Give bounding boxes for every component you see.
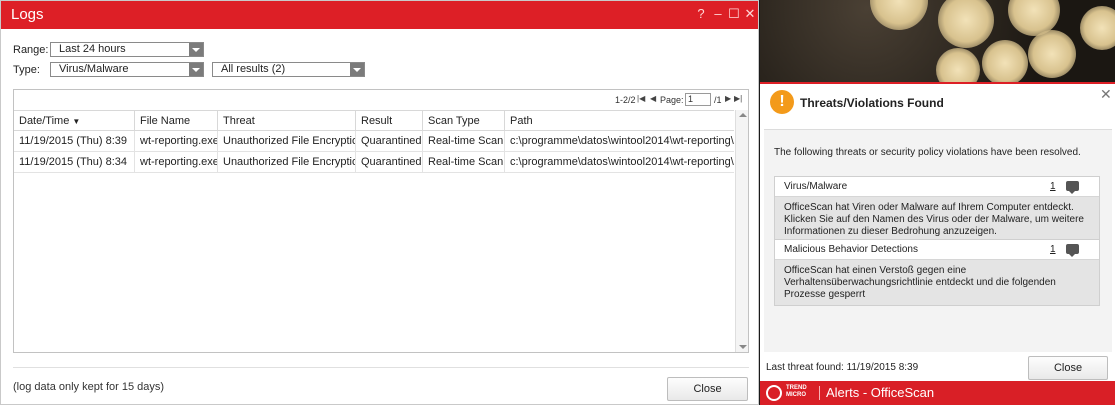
wallpaper-light bbox=[1080, 6, 1115, 50]
wallpaper-light bbox=[1028, 30, 1076, 78]
pager-total: /1 bbox=[714, 95, 722, 105]
category-count-link[interactable]: 1 bbox=[1050, 244, 1056, 255]
close-icon[interactable]: ✕ bbox=[743, 7, 757, 21]
cell-threat: Unauthorized File Encryption bbox=[217, 131, 355, 151]
prev-page-icon[interactable]: ◀ bbox=[650, 94, 656, 103]
footer-label: Alerts - OfficeScan bbox=[826, 385, 935, 400]
category-header[interactable]: Malicious Behavior Detections 1 bbox=[775, 240, 1099, 260]
table-header: Date/Time ▼ File Name Threat Result Scan… bbox=[14, 110, 734, 131]
category-name: Malicious Behavior Detections bbox=[784, 244, 918, 255]
category-name: Virus/Malware bbox=[784, 181, 848, 192]
last-threat-found: Last threat found: 11/19/2015 8:39 bbox=[766, 362, 919, 373]
vertical-scrollbar[interactable] bbox=[735, 110, 748, 352]
divider bbox=[13, 367, 749, 368]
close-button[interactable]: Close bbox=[667, 377, 748, 401]
popup-title: Threats/Violations Found bbox=[800, 96, 944, 110]
range-label: Range: bbox=[13, 44, 49, 56]
close-button[interactable]: Close bbox=[1028, 356, 1108, 380]
first-page-icon[interactable]: |◀ bbox=[637, 94, 645, 103]
category-count-link[interactable]: 1 bbox=[1050, 181, 1056, 192]
category-description: OfficeScan hat Viren oder Malware auf Ih… bbox=[784, 202, 1084, 237]
cell-datetime: 11/19/2015 (Thu) 8:34 bbox=[19, 156, 128, 168]
scroll-up-icon[interactable] bbox=[739, 113, 747, 117]
type-label: Type: bbox=[13, 64, 40, 76]
cell-result: Quarantined bbox=[355, 152, 422, 172]
column-header-datetime[interactable]: Date/Time ▼ bbox=[14, 111, 134, 131]
dropdown-arrow-icon[interactable] bbox=[189, 63, 203, 76]
next-page-icon[interactable]: ▶ bbox=[725, 94, 731, 103]
logs-titlebar[interactable]: Logs ? – ☐ ✕ bbox=[1, 1, 758, 29]
pager-range: 1-2/2 bbox=[615, 95, 636, 105]
cell-scantype: Real-time Scan bbox=[422, 152, 504, 172]
cell-filename: wt-reporting.exe bbox=[134, 152, 217, 172]
category-header[interactable]: Virus/Malware 1 bbox=[775, 177, 1099, 197]
dropdown-arrow-icon[interactable] bbox=[350, 63, 364, 76]
column-header-label: File Name bbox=[140, 115, 191, 127]
column-header-scantype[interactable]: Scan Type bbox=[422, 111, 504, 131]
cell-scantype: Real-time Scan bbox=[422, 131, 504, 151]
pager: 1-2/2 |◀ ◀ Page: 1 /1 ▶ ▶| bbox=[14, 90, 748, 110]
column-header-label: Path bbox=[510, 115, 533, 127]
category-malicious-behavior: Malicious Behavior Detections 1 OfficeSc… bbox=[774, 239, 1100, 306]
cell-path: c:\programme\datos\wintool2014\wt-report… bbox=[504, 152, 734, 172]
popup-footer: TREND MICRO Alerts - OfficeScan bbox=[760, 381, 1115, 405]
column-header-label: Scan Type bbox=[428, 115, 480, 127]
range-select-value: Last 24 hours bbox=[59, 43, 126, 55]
logs-window: Logs ? – ☐ ✕ Range: Last 24 hours Type: … bbox=[0, 0, 759, 405]
cell-datetime: 11/19/2015 (Thu) 8:39 bbox=[19, 135, 128, 147]
trend-micro-logo bbox=[766, 385, 782, 401]
column-header-path[interactable]: Path bbox=[504, 111, 734, 131]
column-header-label: Threat bbox=[223, 115, 255, 127]
maximize-icon[interactable]: ☐ bbox=[727, 7, 741, 21]
popup-intro-text: The following threats or security policy… bbox=[774, 147, 1081, 158]
column-header-threat[interactable]: Threat bbox=[217, 111, 355, 131]
cell-path: c:\programme\datos\wintool2014\wt-report… bbox=[504, 131, 734, 151]
wallpaper-light bbox=[982, 40, 1028, 82]
help-icon[interactable]: ? bbox=[694, 7, 708, 21]
column-header-filename[interactable]: File Name bbox=[134, 111, 217, 131]
minimize-icon[interactable]: – bbox=[711, 7, 725, 21]
pager-page-label: Page: bbox=[660, 95, 684, 105]
comment-icon[interactable] bbox=[1066, 181, 1079, 194]
page-number-input[interactable]: 1 bbox=[685, 93, 711, 106]
column-header-label: Date/Time bbox=[19, 115, 70, 127]
column-header-label: Result bbox=[361, 115, 393, 127]
category-description: OfficeScan hat einen Verstoß gegen eine … bbox=[784, 265, 1056, 300]
type-select[interactable]: Virus/Malware bbox=[50, 62, 204, 77]
cell-threat: Unauthorized File Encryption bbox=[217, 152, 355, 172]
last-page-icon[interactable]: ▶| bbox=[734, 94, 742, 103]
brand-name: TREND MICRO bbox=[786, 385, 807, 398]
wallpaper-light bbox=[936, 48, 980, 82]
close-icon[interactable]: ✕ bbox=[1100, 86, 1112, 103]
table-row[interactable]: 11/19/2015 (Thu) 8:34 wt-reporting.exe U… bbox=[14, 152, 734, 173]
wallpaper-light bbox=[938, 0, 994, 48]
warning-icon: ! bbox=[770, 90, 794, 114]
column-header-result[interactable]: Result bbox=[355, 111, 422, 131]
scroll-down-icon[interactable] bbox=[739, 345, 747, 349]
divider bbox=[819, 386, 820, 400]
comment-icon[interactable] bbox=[1066, 244, 1079, 257]
category-virus-malware: Virus/Malware 1 OfficeScan hat Viren ode… bbox=[774, 176, 1100, 243]
cell-filename: wt-reporting.exe bbox=[134, 131, 217, 151]
table-row[interactable]: 11/19/2015 (Thu) 8:39 wt-reporting.exe U… bbox=[14, 131, 734, 152]
cell-result: Quarantined bbox=[355, 131, 422, 151]
dropdown-arrow-icon[interactable] bbox=[189, 43, 203, 56]
sort-desc-icon[interactable]: ▼ bbox=[72, 117, 80, 126]
log-retention-note: (log data only kept for 15 days) bbox=[13, 381, 165, 393]
type-select-value: Virus/Malware bbox=[59, 63, 129, 75]
results-select-value: All results (2) bbox=[221, 63, 286, 75]
results-select[interactable]: All results (2) bbox=[212, 62, 365, 77]
desktop-wallpaper bbox=[760, 0, 1115, 82]
threats-popup: ! Threats/Violations Found ✕ The followi… bbox=[760, 82, 1115, 405]
range-select[interactable]: Last 24 hours bbox=[50, 42, 204, 57]
wallpaper-light bbox=[870, 0, 928, 30]
log-grid: 1-2/2 |◀ ◀ Page: 1 /1 ▶ ▶| Date/Time ▼ F… bbox=[13, 89, 749, 353]
window-title: Logs bbox=[11, 6, 44, 23]
